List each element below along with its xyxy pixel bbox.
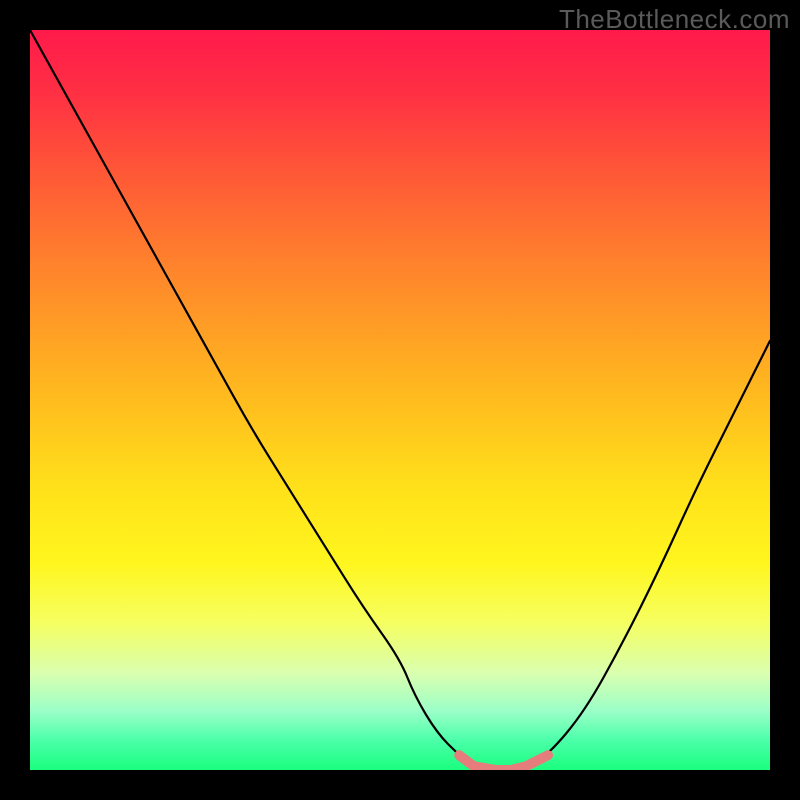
chart-frame: TheBottleneck.com [0,0,800,800]
curve-layer [30,30,770,770]
bottleneck-curve [30,30,770,770]
watermark-text: TheBottleneck.com [559,4,790,35]
valley-highlight [459,755,548,770]
plot-area [30,30,770,770]
